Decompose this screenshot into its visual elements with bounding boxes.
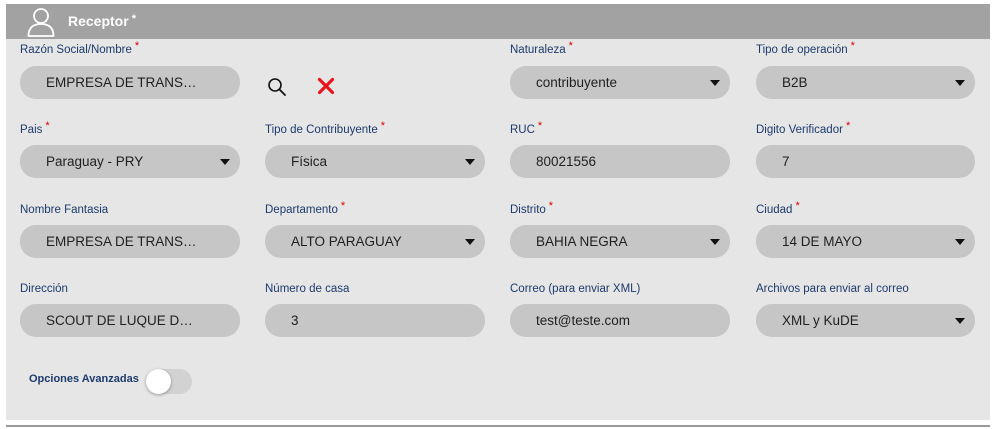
toggle-knob[interactable] <box>146 369 171 394</box>
required-mark: * <box>134 40 140 52</box>
direccion-value: SCOUT DE LUQUE DE LA... <box>46 313 200 328</box>
receptor-panel: Receptor * Razón Social/Nombre * EMPRESA D… <box>6 4 990 420</box>
clear-x-icon[interactable] <box>317 77 335 95</box>
search-icon[interactable] <box>267 77 287 97</box>
required-mark: * <box>845 120 851 132</box>
section-title-text: Receptor <box>68 13 129 29</box>
caret-down-icon <box>955 318 965 324</box>
required-mark: * <box>340 200 346 212</box>
ciudad-label-text: Ciudad <box>756 204 793 216</box>
ruc-input[interactable]: 80021556 <box>510 145 730 178</box>
required-mark: * <box>548 200 554 212</box>
digito-verificador-label: Digito Verificador * <box>756 120 850 136</box>
ruc-value: 80021556 <box>536 154 597 169</box>
naturaleza-label-text: Naturaleza <box>510 44 566 56</box>
required-mark: * <box>131 13 136 25</box>
caret-down-icon <box>220 159 230 165</box>
tipo-operacion-label: Tipo de operación * <box>756 40 855 56</box>
ruc-label: RUC * <box>510 120 542 136</box>
tipo-contribuyente-label: Tipo de Contribuyente * <box>265 120 385 136</box>
direccion-input[interactable]: SCOUT DE LUQUE DE LA... <box>20 304 240 337</box>
bottom-divider <box>6 425 990 427</box>
nombre-fantasia-label: Nombre Fantasia <box>20 204 108 216</box>
tipo-operacion-label-text: Tipo de operación <box>756 44 848 56</box>
tipo-contribuyente-label-text: Tipo de Contribuyente <box>265 124 378 136</box>
digito-verificador-label-text: Digito Verificador <box>756 124 843 136</box>
nombre-fantasia-input[interactable]: EMPRESA DE TRANSPO... <box>20 225 240 258</box>
numero-casa-label-text: Número de casa <box>265 283 350 295</box>
ruc-label-text: RUC <box>510 124 535 136</box>
correo-input[interactable]: test@teste.com <box>510 304 730 337</box>
required-mark: * <box>380 120 386 132</box>
correo-label-text: Correo (para enviar XML) <box>510 283 641 295</box>
tipo-contribuyente-select[interactable]: Física <box>265 145 485 178</box>
tipo-operacion-value: B2B <box>782 75 808 90</box>
numero-casa-input[interactable]: 3 <box>265 304 485 337</box>
ciudad-label: Ciudad * <box>756 200 800 216</box>
distrito-value: BAHIA NEGRA <box>536 234 628 249</box>
direccion-label: Dirección <box>20 283 68 295</box>
distrito-select[interactable]: BAHIA NEGRA <box>510 225 730 258</box>
distrito-label-text: Distrito <box>510 204 546 216</box>
opciones-avanzadas-toggle[interactable] <box>146 369 192 394</box>
opciones-avanzadas-label: Opciones Avanzadas <box>29 373 139 385</box>
digito-verificador-value: 7 <box>782 154 790 169</box>
ciudad-value: 14 DE MAYO <box>782 234 863 249</box>
razon-social-label-text: Razón Social/Nombre <box>20 44 132 56</box>
required-mark: * <box>45 120 50 132</box>
pais-label-text: Pais <box>20 124 43 136</box>
naturaleza-label: Naturaleza * <box>510 40 573 56</box>
caret-down-icon <box>955 239 965 245</box>
section-title: Receptor * <box>68 13 136 29</box>
caret-down-icon <box>465 159 475 165</box>
razon-social-field[interactable]: EMPRESA DE TRANSPO... <box>20 66 240 99</box>
required-mark: * <box>537 120 543 132</box>
naturaleza-select[interactable]: contribuyente <box>510 66 730 99</box>
pais-label: Pais * <box>20 120 50 136</box>
tipo-contribuyente-value: Física <box>291 154 328 169</box>
tipo-operacion-select[interactable]: B2B <box>756 66 975 99</box>
pais-value: Paraguay - PRY <box>46 154 144 169</box>
caret-down-icon <box>955 80 965 86</box>
departamento-label: Departamento * <box>265 200 345 216</box>
archivos-select[interactable]: XML y KuDE <box>756 304 975 337</box>
departamento-value: ALTO PARAGUAY <box>291 234 402 249</box>
razon-social-label: Razón Social/Nombre * <box>20 40 139 56</box>
digito-verificador-input[interactable]: 7 <box>756 145 975 178</box>
departamento-label-text: Departamento <box>265 204 338 216</box>
correo-value: test@teste.com <box>536 313 630 328</box>
required-mark: * <box>850 40 855 52</box>
direccion-label-text: Dirección <box>20 283 68 295</box>
archivos-label: Archivos para enviar al correo <box>756 283 909 295</box>
caret-down-icon <box>710 239 720 245</box>
correo-label: Correo (para enviar XML) <box>510 283 640 295</box>
user-icon <box>27 8 55 37</box>
caret-down-icon <box>465 239 475 245</box>
distrito-label: Distrito * <box>510 200 553 216</box>
section-header: Receptor * <box>6 4 990 39</box>
caret-down-icon <box>710 80 720 86</box>
nombre-fantasia-value: EMPRESA DE TRANSPO... <box>46 234 200 249</box>
required-mark: * <box>568 40 573 52</box>
pais-select[interactable]: Paraguay - PRY <box>20 145 240 178</box>
archivos-value: XML y KuDE <box>782 313 859 328</box>
departamento-select[interactable]: ALTO PARAGUAY <box>265 225 485 258</box>
nombre-fantasia-label-text: Nombre Fantasia <box>20 204 109 216</box>
archivos-label-text: Archivos para enviar al correo <box>756 283 909 295</box>
numero-casa-label: Número de casa <box>265 283 349 295</box>
razon-social-value: EMPRESA DE TRANSPO... <box>46 75 200 90</box>
required-mark: * <box>795 200 800 212</box>
numero-casa-value: 3 <box>291 313 299 328</box>
naturaleza-value: contribuyente <box>536 75 618 90</box>
ciudad-select[interactable]: 14 DE MAYO <box>756 225 975 258</box>
